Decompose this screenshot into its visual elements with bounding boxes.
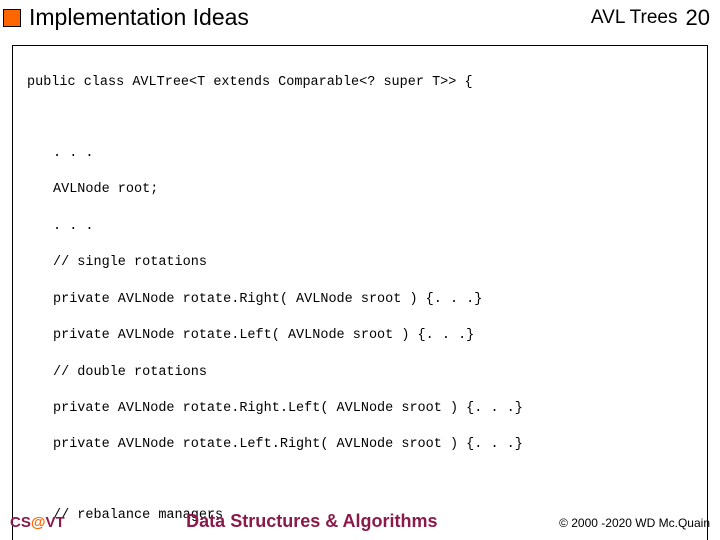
slide-header: Implementation Ideas AVL Trees 20 bbox=[0, 0, 720, 37]
slide: Implementation Ideas AVL Trees 20 public… bbox=[0, 0, 720, 540]
copyright: © 2000 -2020 WD Mc.Quain bbox=[559, 516, 710, 530]
logo-at: @ bbox=[31, 514, 46, 531]
logo: CS@VT bbox=[10, 514, 65, 531]
header-marker-icon bbox=[3, 9, 21, 27]
page-number: 20 bbox=[686, 5, 710, 31]
code-line: AVLNode root; bbox=[27, 181, 693, 199]
code-line: private AVLNode rotate.Left.Right( AVLNo… bbox=[27, 436, 693, 454]
code-line: private AVLNode rotate.Right( AVLNode sr… bbox=[27, 291, 693, 309]
code-box: public class AVLTree<T extends Comparabl… bbox=[12, 45, 708, 540]
code-gap bbox=[27, 473, 693, 489]
slide-footer: CS@VT Data Structures & Algorithms © 200… bbox=[0, 511, 720, 532]
slide-topic: AVL Trees bbox=[591, 7, 678, 29]
logo-vt: VT bbox=[45, 514, 64, 531]
code-line: . . . bbox=[27, 218, 693, 236]
code-gap bbox=[27, 111, 693, 127]
course-title: Data Structures & Algorithms bbox=[65, 511, 559, 532]
code-line: . . . bbox=[27, 145, 693, 163]
slide-title: Implementation Ideas bbox=[29, 4, 591, 31]
code-line: public class AVLTree<T extends Comparabl… bbox=[27, 74, 693, 92]
code-line: private AVLNode rotate.Left( AVLNode sro… bbox=[27, 327, 693, 345]
code-line: // double rotations bbox=[27, 364, 693, 382]
code-line: // single rotations bbox=[27, 254, 693, 272]
logo-cs: CS bbox=[10, 514, 31, 531]
code-line: private AVLNode rotate.Right.Left( AVLNo… bbox=[27, 400, 693, 418]
